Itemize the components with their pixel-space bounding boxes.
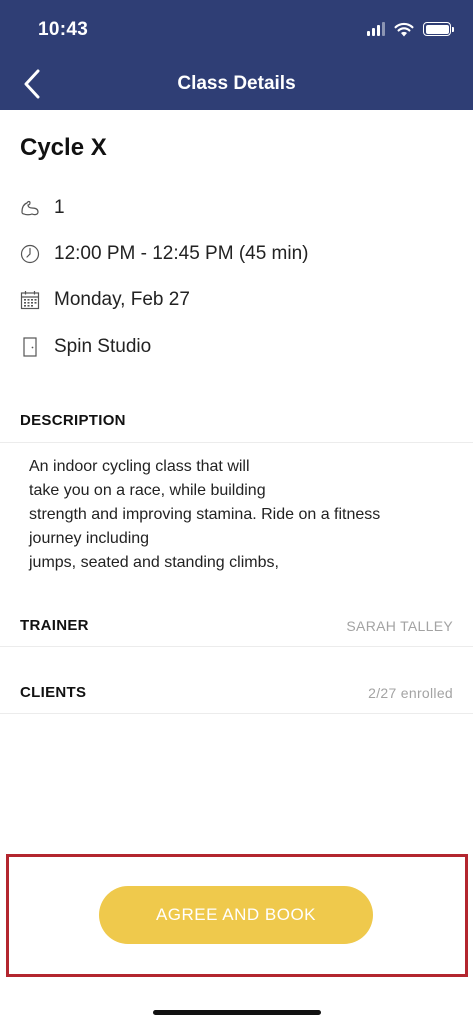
date-row: Monday, Feb 27 [20, 288, 190, 312]
description-text: An indoor cycling class that will take y… [29, 455, 449, 575]
door-icon [20, 337, 40, 357]
battery-icon [423, 22, 454, 36]
clients-count[interactable]: 2/27 enrolled [368, 685, 453, 701]
description-label: DESCRIPTION [20, 412, 126, 429]
agree-and-book-button[interactable]: AGREE AND BOOK [99, 886, 373, 944]
status-time: 10:43 [38, 19, 89, 40]
app-header: 10:43 Class Details [0, 0, 473, 110]
description-line: strength and improving stamina. Ride on … [29, 506, 381, 523]
page-title: Class Details [177, 73, 296, 94]
clients-label: CLIENTS [20, 684, 87, 701]
description-line: journey including [29, 530, 150, 547]
description-line: An indoor cycling class that will [29, 458, 250, 475]
calendar-icon [20, 290, 40, 310]
wifi-icon [394, 22, 414, 36]
muscle-icon [20, 198, 40, 218]
class-name: Cycle X [20, 134, 107, 161]
divider [0, 442, 473, 443]
description-line: jumps, seated and standing climbs, [29, 554, 279, 571]
status-icons [367, 20, 454, 38]
divider [0, 713, 473, 714]
home-indicator [153, 1010, 321, 1015]
description-line: take you on a race, while building [29, 482, 266, 499]
level-value: 1 [54, 197, 65, 218]
location-row: Spin Studio [20, 335, 151, 359]
trainer-label: TRAINER [20, 617, 89, 634]
divider [0, 646, 473, 647]
location-value: Spin Studio [54, 336, 152, 357]
time-value: 12:00 PM - 12:45 PM (45 min) [54, 243, 309, 264]
level-row: 1 [20, 196, 65, 220]
trainer-name[interactable]: SARAH TALLEY [346, 618, 453, 634]
clock-icon [20, 244, 40, 264]
signal-icon [367, 22, 385, 36]
date-value: Monday, Feb 27 [54, 289, 190, 310]
time-row: 12:00 PM - 12:45 PM (45 min) [20, 242, 309, 266]
